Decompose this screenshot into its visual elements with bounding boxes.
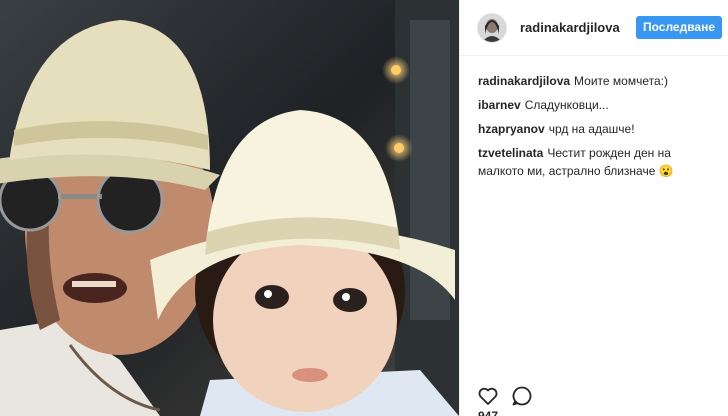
comment-username[interactable]: radinakardjilova	[478, 74, 570, 88]
comment-item: ibarnev Сладунковци...	[478, 96, 718, 114]
comment-item: radinakardjilova Моите момчета:)	[478, 72, 718, 90]
comment-bubble-icon[interactable]	[510, 384, 534, 408]
comments-list: radinakardjilova Моите момчета:) ibarnev С…	[478, 72, 718, 186]
post-photo-illustration	[0, 0, 459, 416]
heart-icon[interactable]	[476, 384, 500, 408]
post-photo	[0, 0, 459, 416]
avatar[interactable]	[477, 13, 507, 43]
post-header: radinakardjilova Последване	[460, 0, 728, 56]
comment-text: Моите момчета:)	[574, 74, 668, 88]
likes-count: 947 ...	[478, 409, 512, 416]
comment-item: hzapryanov чрд на адашче!	[478, 120, 718, 138]
comment-text: Сладунковци...	[524, 98, 609, 112]
comment-username[interactable]: hzapryanov	[478, 122, 545, 136]
comment-text: чрд на адашче!	[548, 122, 635, 136]
post-username[interactable]: radinakardjilova	[520, 20, 620, 35]
comment-username[interactable]: tzvetelinata	[478, 146, 543, 160]
comment-item: tzvetelinata Честит рожден ден на малкото…	[478, 144, 718, 180]
comment-username[interactable]: ibarnev	[478, 98, 521, 112]
post-sidebar: radinakardjilova Последване radinakardji…	[459, 0, 728, 416]
avatar-image	[478, 14, 506, 42]
follow-button[interactable]: Последване	[636, 16, 722, 39]
post-actions	[476, 384, 576, 408]
